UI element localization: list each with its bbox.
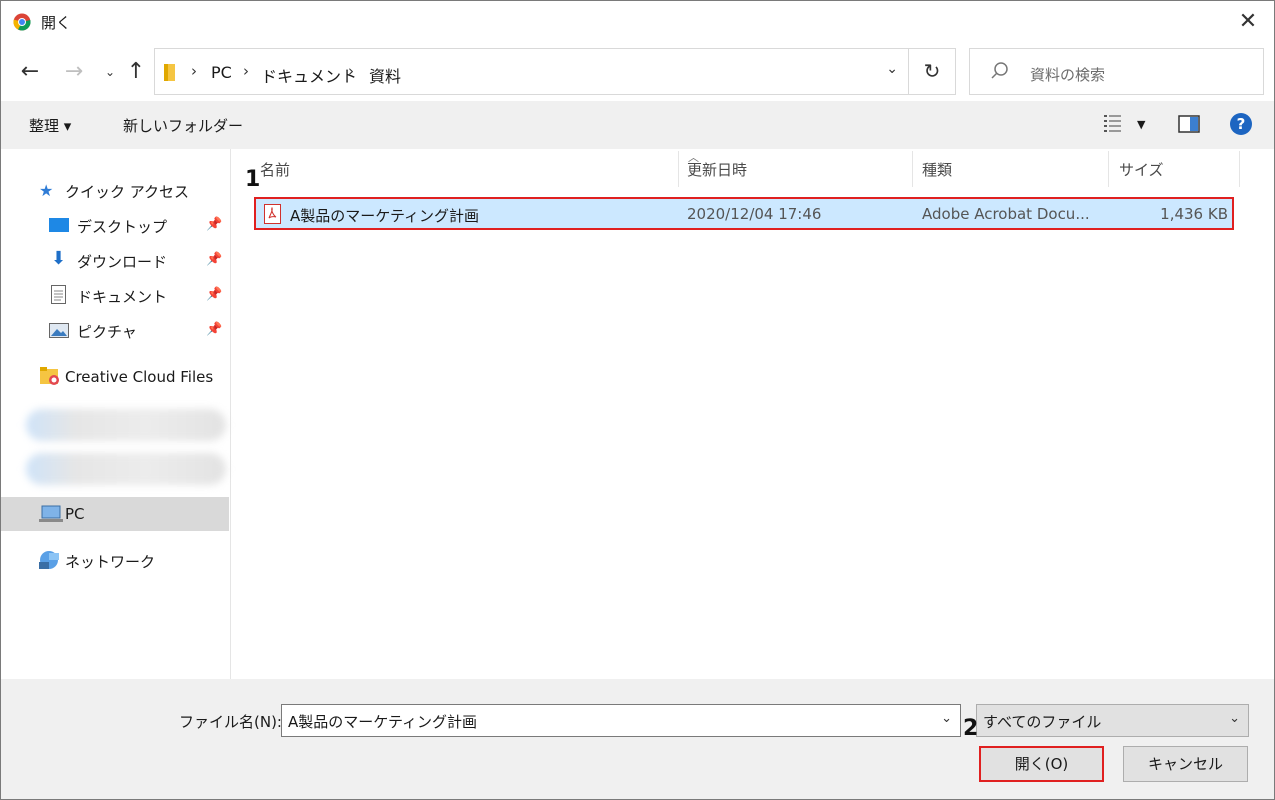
- breadcrumb-separator-icon: ›: [191, 62, 197, 80]
- sidebar-item-label: デスクトップ: [77, 218, 168, 236]
- chevron-down-icon[interactable]: ⌄: [886, 61, 898, 77]
- sidebar-item-label: Creative Cloud Files: [65, 368, 214, 386]
- breadcrumb-separator-icon: ›: [243, 62, 249, 80]
- file-row[interactable]: A製品のマーケティング計画 2020/12/04 17:46 Adobe Acr…: [254, 197, 1234, 230]
- file-type: Adobe Acrobat Docu...: [922, 205, 1090, 223]
- pin-icon: 📌: [206, 287, 223, 302]
- close-icon[interactable]: ✕: [1236, 10, 1260, 34]
- sidebar-item-label: ドキュメント: [77, 288, 168, 306]
- help-icon[interactable]: ?: [1230, 113, 1252, 135]
- search-box[interactable]: 資料の検索: [969, 48, 1264, 95]
- network-icon: [39, 551, 59, 569]
- column-headers: ︿ 名前 更新日時 種類 サイズ: [232, 149, 1274, 189]
- title-bar: 開く ✕: [1, 1, 1274, 43]
- document-icon: [51, 285, 66, 304]
- pictures-icon: [49, 323, 69, 338]
- sidebar-item-documents[interactable]: ドキュメント 📌: [1, 278, 229, 312]
- sidebar-item-pc[interactable]: PC: [1, 497, 229, 531]
- sidebar-item-network[interactable]: ネットワーク: [1, 543, 229, 577]
- preview-pane-icon[interactable]: [1178, 115, 1200, 133]
- command-toolbar: 整理 ▾ 新しいフォルダー ▼: [1, 101, 1274, 149]
- breadcrumb-pc[interactable]: PC: [211, 63, 232, 82]
- up-arrow-icon[interactable]: ↑: [123, 59, 149, 85]
- sidebar-item-label: クイック アクセス: [65, 183, 190, 201]
- column-divider[interactable]: [912, 151, 913, 187]
- refresh-icon[interactable]: ↻: [909, 48, 956, 95]
- address-bar[interactable]: › PC › ドキュメント › 資料 ⌄: [154, 48, 909, 95]
- desktop-icon: [49, 218, 69, 232]
- file-size: 1,436 KB: [1160, 205, 1228, 223]
- file-modified: 2020/12/04 17:46: [687, 205, 822, 223]
- sidebar-item-creative-cloud[interactable]: Creative Cloud Files: [1, 360, 229, 394]
- chevron-down-icon[interactable]: ⌄: [1229, 711, 1240, 726]
- column-header-name[interactable]: 名前: [260, 159, 290, 180]
- open-button[interactable]: 開く(O): [979, 746, 1104, 782]
- sidebar-item-label: ピクチャ: [77, 323, 137, 341]
- sidebar-item-quick-access[interactable]: ★ クイック アクセス: [1, 173, 229, 207]
- column-header-type[interactable]: 種類: [922, 159, 952, 180]
- back-arrow-icon[interactable]: ←: [17, 59, 43, 85]
- view-dropdown-icon[interactable]: ▼: [1137, 118, 1145, 131]
- filename-input[interactable]: A製品のマーケティング計画 ⌄: [281, 704, 961, 737]
- breadcrumb-current-folder[interactable]: 資料: [369, 63, 401, 87]
- breadcrumb-documents[interactable]: ドキュメント: [261, 63, 357, 87]
- sidebar-item-label: PC: [65, 505, 85, 523]
- download-arrow-icon: ⬇: [51, 248, 67, 269]
- view-options-icon[interactable]: [1103, 113, 1125, 133]
- sidebar-item-pictures[interactable]: ピクチャ 📌: [1, 313, 229, 347]
- sidebar-item-desktop[interactable]: デスクトップ 📌: [1, 208, 229, 242]
- new-folder-button[interactable]: 新しいフォルダー: [123, 115, 243, 136]
- cancel-button[interactable]: キャンセル: [1123, 746, 1248, 782]
- pin-icon: 📌: [206, 322, 223, 337]
- filename-label: ファイル名(N):: [179, 713, 282, 731]
- column-divider[interactable]: [678, 151, 679, 187]
- file-name: A製品のマーケティング計画: [290, 207, 480, 225]
- search-icon: [991, 62, 1008, 79]
- file-type-filter-select[interactable]: すべてのファイル ⌄: [976, 704, 1249, 737]
- search-placeholder: 資料の検索: [1030, 66, 1106, 84]
- navigation-pane: ★ クイック アクセス デスクトップ 📌 ⬇ ダウンロード 📌 ドキュメント 📌: [1, 149, 231, 679]
- sidebar-item-downloads[interactable]: ⬇ ダウンロード 📌: [1, 243, 229, 277]
- sidebar-item-label: ネットワーク: [65, 553, 156, 571]
- column-header-size[interactable]: サイズ: [1119, 159, 1164, 180]
- open-file-dialog: 開く ✕ ← → ⌄ ↑ › PC › ドキュメント › 資料 ⌄ ↻ 資料の検…: [0, 0, 1275, 800]
- step-marker-1: 1: [245, 167, 261, 192]
- chrome-icon: [13, 13, 31, 31]
- window-title: 開く: [41, 14, 72, 32]
- chevron-down-icon[interactable]: ⌄: [941, 711, 952, 726]
- pin-icon: 📌: [206, 217, 223, 232]
- column-header-modified[interactable]: 更新日時: [687, 159, 747, 180]
- blurred-sidebar-item[interactable]: [26, 409, 226, 441]
- sidebar-item-label: ダウンロード: [77, 253, 168, 271]
- pin-icon: 📌: [206, 252, 223, 267]
- folder-icon: [164, 64, 175, 81]
- organize-button[interactable]: 整理 ▾: [29, 115, 71, 136]
- pdf-file-icon: [264, 204, 281, 224]
- blurred-sidebar-item[interactable]: [26, 453, 226, 485]
- file-type-filter-value: すべてのファイル: [983, 713, 1102, 731]
- column-divider[interactable]: [1239, 151, 1240, 187]
- recent-locations-chevron-icon[interactable]: ⌄: [97, 59, 123, 85]
- breadcrumb-separator-icon: ›: [348, 62, 354, 80]
- forward-arrow-icon[interactable]: →: [61, 59, 87, 85]
- step-marker-2: 2: [963, 716, 979, 741]
- star-icon: ★: [39, 181, 54, 200]
- computer-icon: [39, 505, 63, 522]
- filename-value: A製品のマーケティング計画: [288, 713, 478, 731]
- creative-cloud-folder-icon: [40, 367, 59, 385]
- column-divider[interactable]: [1108, 151, 1109, 187]
